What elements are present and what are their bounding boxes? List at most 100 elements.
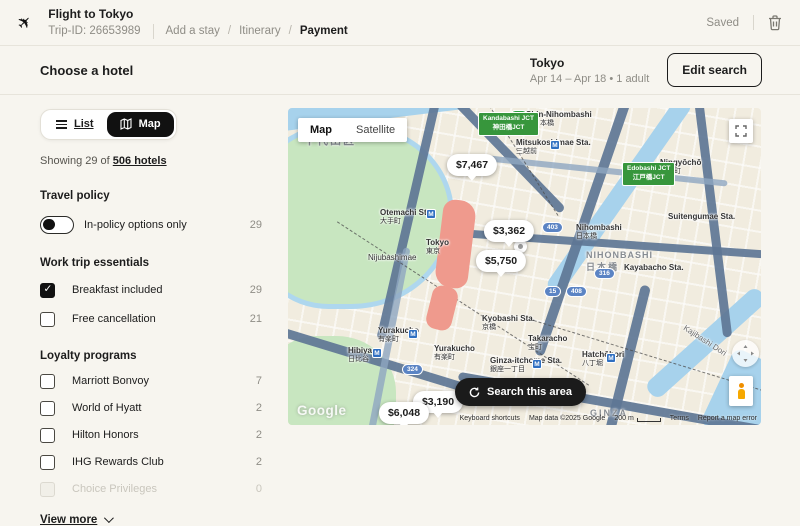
- map-label-hatchobori: Hatchōbori八丁堀: [582, 350, 624, 369]
- breadcrumb-payment[interactable]: Payment: [300, 25, 348, 37]
- view-more-button[interactable]: View more: [40, 514, 262, 526]
- pegman-icon: [737, 383, 745, 399]
- breadcrumb-itinerary[interactable]: Itinerary: [239, 25, 281, 37]
- in-policy-toggle[interactable]: [40, 216, 74, 234]
- metro-icon: M: [408, 329, 418, 339]
- ihg-label: IHG Rewards Club: [72, 456, 164, 468]
- destination: Tokyo: [530, 56, 649, 70]
- travel-policy-heading: Travel policy: [40, 190, 262, 202]
- marriott-label: Marriott Bonvoy: [72, 375, 149, 387]
- map-label-kyobashi: Kyobashi Sta.京橋: [482, 314, 535, 333]
- breadcrumb-separator: /: [228, 25, 231, 37]
- hilton-count: 2: [256, 429, 262, 441]
- breakfast-label: Breakfast included: [72, 284, 163, 296]
- filter-row-marriott: Marriott Bonvoy 7: [40, 374, 262, 389]
- hilton-checkbox[interactable]: [40, 428, 55, 443]
- search-header: Choose a hotel Tokyo Apr 14 – Apr 18 • 1…: [0, 46, 800, 95]
- map-label-nijubashimae: Nijubashimae: [368, 253, 416, 263]
- loyalty-heading: Loyalty programs: [40, 350, 262, 362]
- divider: [153, 24, 154, 39]
- fullscreen-icon: [735, 125, 747, 137]
- search-this-area-label: Search this area: [487, 386, 572, 398]
- filter-row-free-cancellation: Free cancellation 21: [40, 312, 262, 327]
- in-policy-count: 29: [250, 219, 262, 231]
- hyatt-label: World of Hyatt: [72, 402, 142, 414]
- hilton-label: Hilton Honors: [72, 429, 139, 441]
- filter-row-hyatt: World of Hyatt 2: [40, 401, 262, 416]
- page-title: Choose a hotel: [40, 63, 133, 78]
- map-label-hibiya: Hibiya日比谷: [348, 346, 372, 365]
- list-view-button[interactable]: List: [43, 112, 107, 137]
- route-shield-316: 316: [594, 268, 615, 279]
- choice-label: Choice Privileges: [72, 483, 157, 495]
- pan-arrows-icon: [732, 340, 759, 367]
- list-view-label: List: [74, 118, 94, 130]
- choice-checkbox: [40, 482, 55, 497]
- airplane-icon: ✈: [13, 10, 37, 34]
- map-type-map-button[interactable]: Map: [298, 124, 344, 136]
- map-type-control: Map Satellite: [298, 118, 407, 142]
- metro-icon: M: [426, 209, 436, 219]
- route-shield-408: 408: [566, 286, 587, 297]
- keyboard-shortcuts-link[interactable]: Keyboard shortcuts: [460, 415, 520, 422]
- free-cancellation-checkbox[interactable]: [40, 312, 55, 327]
- map-label-suitengumae: Suitengumae Sta.: [668, 212, 735, 222]
- saved-status: Saved: [706, 17, 739, 29]
- route-shield-15: 15: [544, 286, 561, 297]
- divider: [753, 15, 754, 30]
- refresh-icon: [469, 387, 480, 398]
- trip-title: Flight to Tokyo: [48, 7, 348, 21]
- filter-row-breakfast: Breakfast included 29: [40, 283, 262, 298]
- report-map-error-link[interactable]: Report a map error: [698, 415, 757, 422]
- edit-search-button[interactable]: Edit search: [667, 53, 762, 87]
- marriott-checkbox[interactable]: [40, 374, 55, 389]
- map-canvas[interactable]: Chiyoda City千代田区 Otemachi Sta.大手町 Shin-N…: [288, 108, 761, 425]
- results-summary: Showing 29 of 506 hotels: [40, 155, 262, 167]
- choice-count: 0: [256, 483, 262, 495]
- map-label-yurakucho-2: Yurakucho有楽町: [434, 344, 475, 363]
- breadcrumb-separator: /: [289, 25, 292, 37]
- pan-control[interactable]: [732, 340, 759, 367]
- map-view-button[interactable]: Map: [107, 112, 174, 137]
- filter-row-hilton: Hilton Honors 2: [40, 428, 262, 443]
- trip-block: Flight to Tokyo Trip-ID: 26653989 Add a …: [48, 7, 348, 39]
- breadcrumb-add-a-stay[interactable]: Add a stay: [166, 25, 220, 37]
- terms-link[interactable]: Terms: [670, 415, 689, 422]
- map-icon: [120, 118, 132, 130]
- free-cancellation-count: 21: [250, 313, 262, 325]
- work-trip-heading: Work trip essentials: [40, 257, 262, 269]
- map-data-credit: Map data ©2025 Google: [529, 415, 605, 422]
- map-label-tokyo: Tokyo東京: [426, 238, 449, 257]
- google-logo[interactable]: Google: [297, 403, 347, 418]
- map-view-label: Map: [139, 118, 161, 130]
- hyatt-checkbox[interactable]: [40, 401, 55, 416]
- route-shield-403: 403: [542, 222, 563, 233]
- map-scale: 200 m: [614, 415, 660, 422]
- price-marker[interactable]: $5,750: [476, 250, 526, 272]
- price-marker[interactable]: $7,467: [447, 154, 497, 176]
- route-shield-324: 324: [402, 364, 423, 375]
- price-marker[interactable]: $3,362: [484, 220, 534, 242]
- breakfast-checkbox[interactable]: [40, 283, 55, 298]
- pegman-control[interactable]: [729, 376, 753, 406]
- map-label-ginza-itchome: Ginza-itchome Sta.銀座一丁目: [490, 356, 562, 375]
- all-hotels-link[interactable]: 506 hotels: [113, 155, 167, 167]
- free-cancellation-label: Free cancellation: [72, 313, 156, 325]
- top-bar: ✈ Flight to Tokyo Trip-ID: 26653989 Add …: [0, 0, 800, 46]
- filter-row-ihg: IHG Rewards Club 2: [40, 455, 262, 470]
- breadcrumb: Add a stay / Itinerary / Payment: [166, 25, 348, 37]
- fullscreen-button[interactable]: [729, 119, 753, 143]
- trash-icon[interactable]: [768, 15, 782, 31]
- search-summary: Tokyo Apr 14 – Apr 18 • 1 adult: [530, 56, 649, 85]
- search-this-area-button[interactable]: Search this area: [455, 378, 586, 406]
- ihg-checkbox[interactable]: [40, 455, 55, 470]
- map-type-satellite-button[interactable]: Satellite: [344, 124, 407, 136]
- metro-icon: M: [606, 353, 616, 363]
- jct-sign-edobashi: Edobashi JCT江戸橋JCT: [622, 162, 675, 186]
- metro-icon: M: [550, 140, 560, 150]
- view-toggle: List Map: [40, 109, 177, 140]
- filter-row-choice: Choice Privileges 0: [40, 482, 262, 497]
- price-marker[interactable]: $6,048: [379, 402, 429, 424]
- metro-icon: M: [532, 359, 542, 369]
- dates-occupancy: Apr 14 – Apr 18 • 1 adult: [530, 73, 649, 85]
